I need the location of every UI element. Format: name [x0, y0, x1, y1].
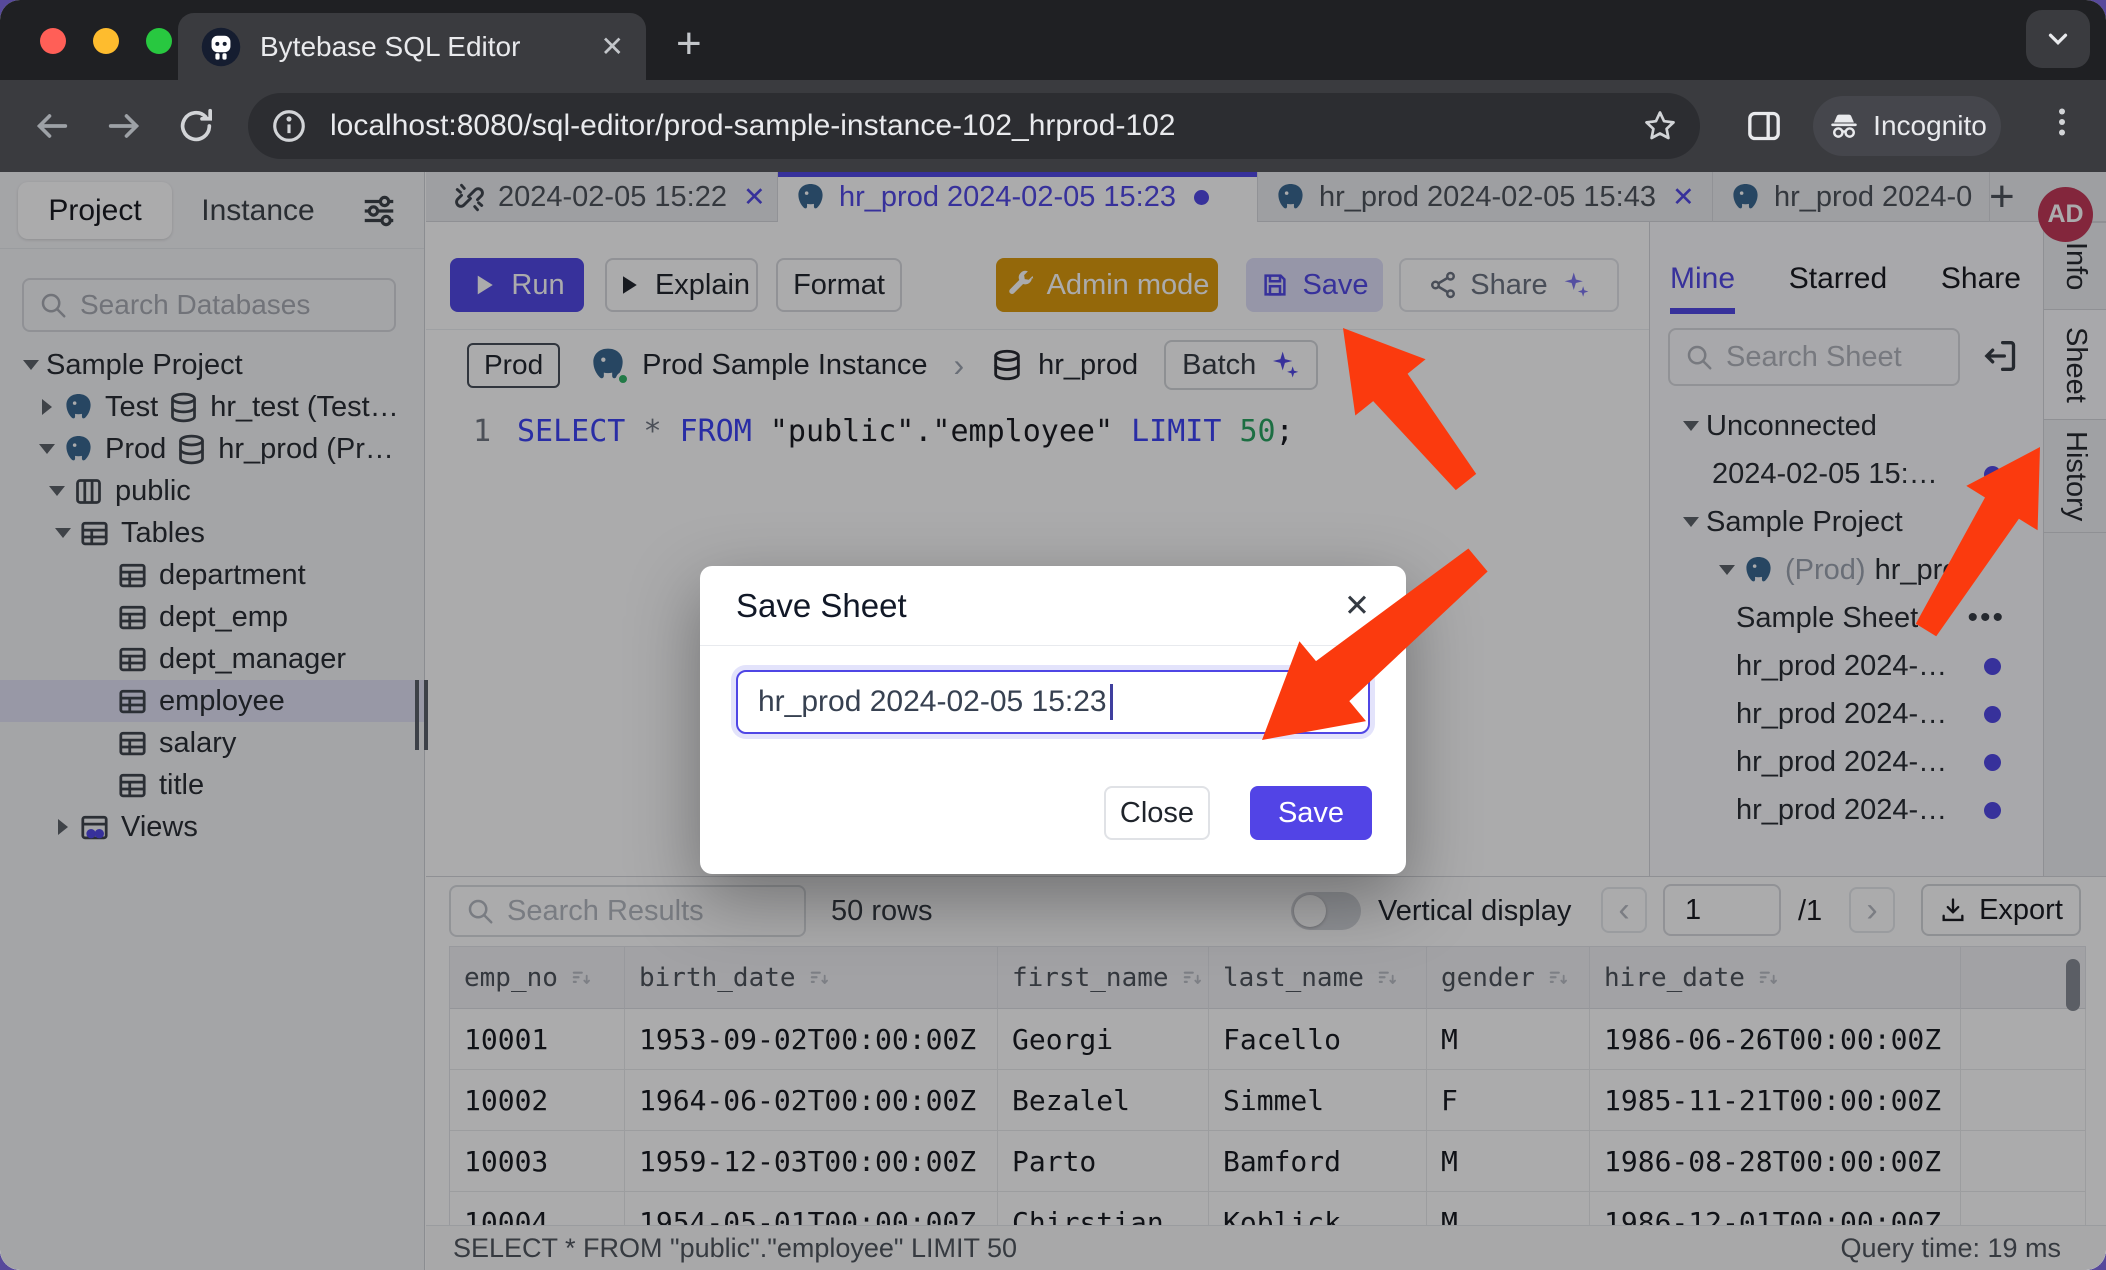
- modal-close-icon[interactable]: ✕: [1344, 588, 1370, 624]
- close-tab-icon[interactable]: ✕: [601, 30, 624, 63]
- screen: Bytebase SQL Editor ✕ + loc: [0, 0, 2106, 1270]
- save-sheet-modal: Save Sheet ✕ hr_prod 2024-02-05 15:23 Cl…: [700, 566, 1406, 874]
- minimize-window-button[interactable]: [93, 28, 119, 54]
- url-text[interactable]: localhost:8080/sql-editor/prod-sample-in…: [330, 109, 1642, 143]
- sheet-name-input[interactable]: hr_prod 2024-02-05 15:23: [736, 670, 1370, 734]
- text-caret: [1110, 684, 1113, 720]
- browser-tab[interactable]: Bytebase SQL Editor ✕: [178, 13, 646, 80]
- modal-title: Save Sheet: [736, 587, 907, 625]
- back-icon[interactable]: [32, 106, 72, 146]
- side-panel-icon[interactable]: [1744, 106, 1784, 146]
- modal-save-button[interactable]: Save: [1250, 786, 1372, 840]
- reload-icon[interactable]: [176, 106, 216, 146]
- window-controls: [40, 28, 172, 54]
- url-bar[interactable]: localhost:8080/sql-editor/prod-sample-in…: [248, 93, 1700, 159]
- browser-tab-title: Bytebase SQL Editor: [260, 31, 601, 63]
- browser-menu-icon[interactable]: [2044, 104, 2080, 148]
- incognito-icon: [1827, 109, 1861, 143]
- browser-toolbar: localhost:8080/sql-editor/prod-sample-in…: [0, 80, 2106, 172]
- modal-header: Save Sheet ✕: [700, 566, 1406, 646]
- sheet-name-value: hr_prod 2024-02-05 15:23: [758, 685, 1107, 719]
- new-tab-button[interactable]: +: [676, 14, 702, 74]
- bookmark-star-icon[interactable]: [1642, 108, 1678, 144]
- bytebase-app: Project Instance Search Databases Sample…: [0, 172, 2106, 1270]
- incognito-badge: Incognito: [1813, 96, 2001, 156]
- close-window-button[interactable]: [40, 28, 66, 54]
- zoom-window-button[interactable]: [146, 28, 172, 54]
- browser-window: Bytebase SQL Editor ✕ + loc: [0, 0, 2106, 1270]
- bytebase-favicon-icon: [200, 26, 242, 68]
- modal-footer: Close Save: [1104, 786, 1372, 840]
- modal-close-button[interactable]: Close: [1104, 786, 1210, 840]
- incognito-label: Incognito: [1873, 110, 1987, 142]
- tab-list-chevron-button[interactable]: [2026, 10, 2090, 68]
- site-info-icon[interactable]: [270, 107, 308, 145]
- browser-tab-strip: Bytebase SQL Editor ✕ +: [0, 0, 2106, 80]
- forward-icon[interactable]: [104, 106, 144, 146]
